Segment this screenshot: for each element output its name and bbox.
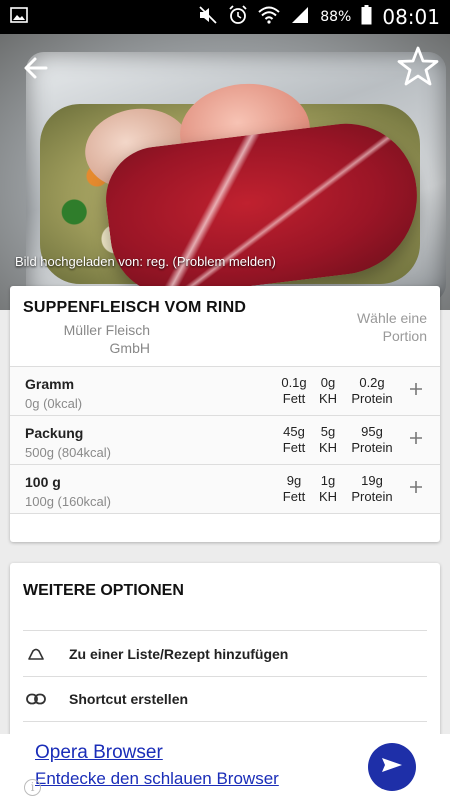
protein-value: 0.2g Protein xyxy=(351,375,393,406)
fat-value: 9g Fett xyxy=(282,473,306,504)
divider xyxy=(23,630,427,631)
portion-name: 100 g xyxy=(25,474,61,490)
fat-value: 45g Fett xyxy=(282,424,306,455)
battery-icon xyxy=(361,4,372,30)
gallery-icon xyxy=(10,6,28,28)
ad-info-icon[interactable]: i xyxy=(24,779,41,796)
plus-icon[interactable] xyxy=(407,429,425,447)
image-credit[interactable]: Bild hochgeladen von: reg. (Problem meld… xyxy=(15,254,276,269)
product-card: SUPPENFLEISCH VOM RIND Müller Fleisch Gm… xyxy=(10,286,440,542)
portion-row-gramm[interactable]: Gramm 0g (0kcal) 0.1g Fett 0g KH 0.2g Prote… xyxy=(10,367,440,416)
carbs-value: 1g KH xyxy=(318,473,338,504)
link-icon xyxy=(25,688,47,710)
protein-value: 19g Protein xyxy=(351,473,393,504)
portion-row-packung[interactable]: Packung 500g (804kcal) 45g Fett 5g KH 95g P… xyxy=(10,416,440,465)
options-title: WEITERE OPTIONEN xyxy=(23,582,184,599)
add-to-list-button[interactable]: Zu einer Liste/Rezept hinzufügen xyxy=(23,632,427,676)
fat-value: 0.1g Fett xyxy=(281,375,307,406)
create-shortcut-label: Shortcut erstellen xyxy=(69,691,189,707)
clock: 08:01 xyxy=(382,5,440,29)
send-arrow-icon xyxy=(381,757,403,778)
plus-icon[interactable] xyxy=(407,380,425,398)
ad-banner[interactable]: Opera Browser Entdecke den schlauen Brow… xyxy=(0,734,450,800)
add-to-list-label: Zu einer Liste/Rezept hinzufügen xyxy=(69,646,289,662)
list-add-icon xyxy=(25,643,47,665)
portion-detail: 500g (804kcal) xyxy=(25,445,111,460)
more-options-card: WEITERE OPTIONEN Zu einer Liste/Rezept h… xyxy=(10,563,440,743)
signal-icon xyxy=(290,6,310,29)
ad-open-button[interactable] xyxy=(368,743,416,791)
portion-name: Gramm xyxy=(25,376,75,392)
plus-icon[interactable] xyxy=(407,478,425,496)
portion-name: Packung xyxy=(25,425,84,441)
product-title: SUPPENFLEISCH VOM RIND xyxy=(23,299,247,316)
portion-detail: 0g (0kcal) xyxy=(25,396,83,411)
product-brand: Müller Fleisch GmbH xyxy=(63,322,150,356)
ad-title-link[interactable]: Opera Browser xyxy=(35,742,163,764)
carbs-value: 5g KH xyxy=(318,424,338,455)
carbs-value: 0g KH xyxy=(318,375,338,406)
status-bar: 88% 08:01 xyxy=(0,0,450,34)
portion-detail: 100g (160kcal) xyxy=(25,494,111,509)
mute-icon xyxy=(198,5,218,29)
product-image: Bild hochgeladen von: reg. (Problem meld… xyxy=(0,34,450,310)
portion-prompt: Wähle eine Portion xyxy=(356,310,427,344)
portion-row-100g[interactable]: 100 g 100g (160kcal) 9g Fett 1g KH 19g Prot… xyxy=(10,465,440,514)
arrow-left-icon[interactable] xyxy=(18,50,54,86)
ad-subtitle-link[interactable]: Entdecke den schlauen Browser xyxy=(35,769,279,789)
battery-percent: 88% xyxy=(320,9,352,25)
divider xyxy=(23,721,427,722)
alarm-icon xyxy=(228,4,248,30)
product-header: SUPPENFLEISCH VOM RIND Müller Fleisch Gm… xyxy=(10,286,440,367)
protein-value: 95g Protein xyxy=(351,424,393,455)
create-shortcut-button[interactable]: Shortcut erstellen xyxy=(23,677,427,721)
star-outline-icon[interactable] xyxy=(396,44,440,88)
wifi-icon xyxy=(258,6,280,29)
